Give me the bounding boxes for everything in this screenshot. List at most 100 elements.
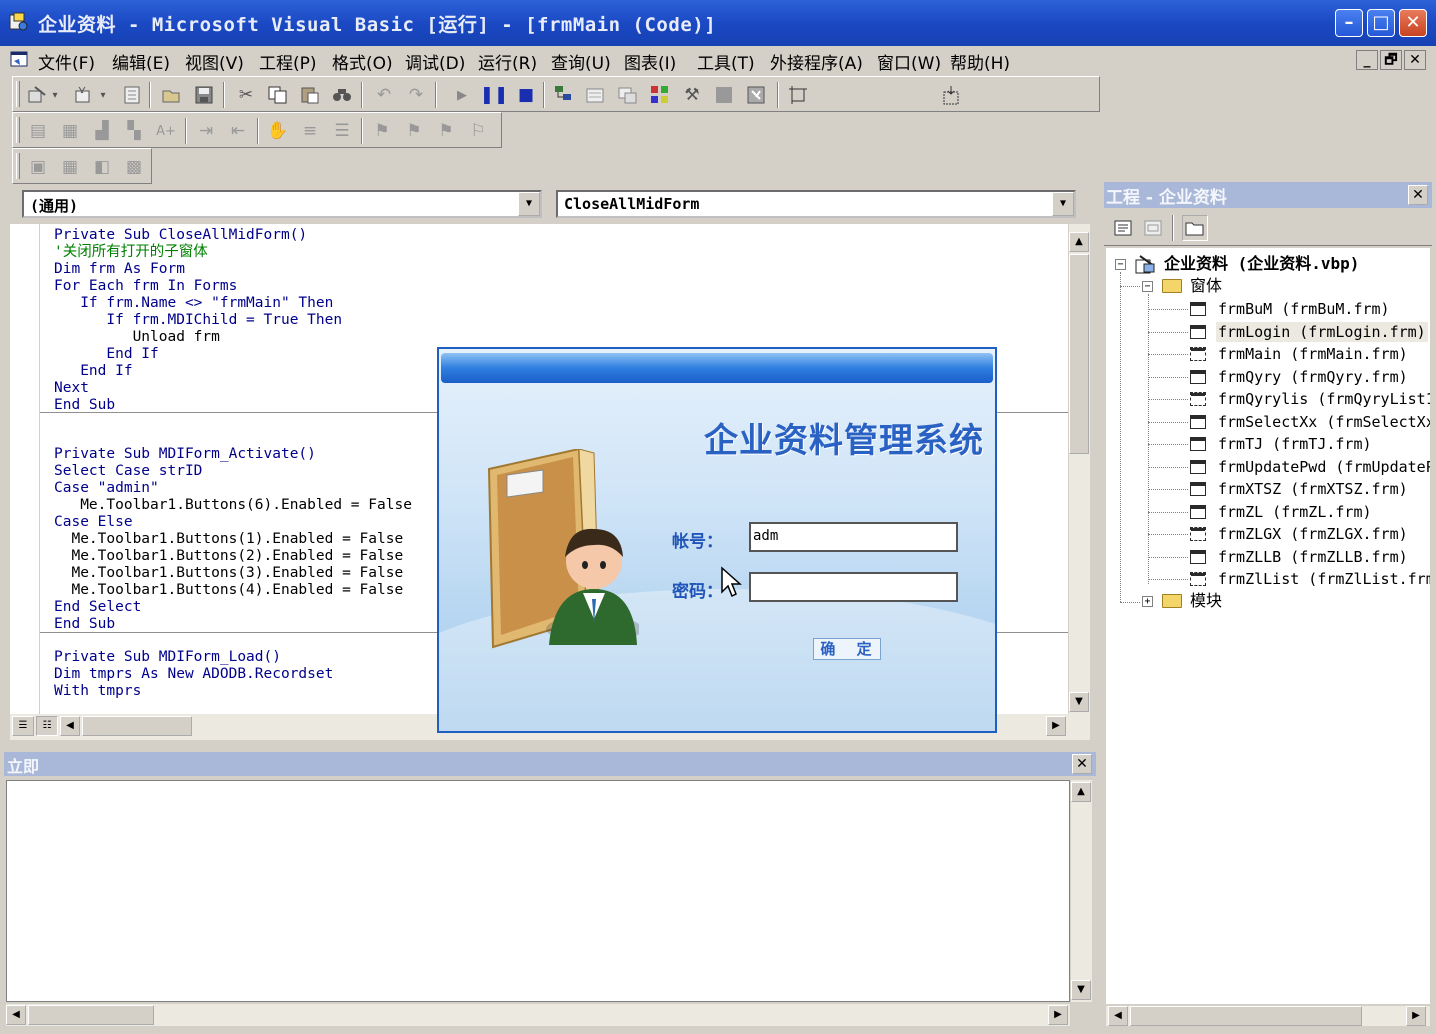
add-project-icon[interactable] [25, 82, 51, 108]
mdi-close-button[interactable]: ✕ [1404, 50, 1426, 70]
scroll-left-arrow-icon[interactable]: ◀ [6, 1005, 26, 1025]
tree-form-item[interactable]: frmTJ (frmTJ.frm) [1218, 434, 1372, 454]
menu-tools[interactable]: 工具(T) [697, 49, 755, 74]
end-icon[interactable]: ■ [513, 82, 539, 108]
tree-form-item[interactable]: frmLogin (frmLogin.frm) [1216, 322, 1428, 342]
close-icon[interactable]: ✕ [1408, 185, 1428, 205]
position-icon[interactable] [785, 82, 811, 108]
immediate-window-header[interactable]: 立即 ✕ [4, 752, 1096, 776]
tree-project-root[interactable]: 企业资料 (企业资料.vbp) [1164, 254, 1359, 274]
tree-forms-folder[interactable]: 窗体 [1190, 276, 1222, 296]
full-module-view-icon[interactable]: ☷ [36, 716, 58, 736]
menu-run[interactable]: 运行(R) [478, 49, 537, 74]
toolbox-icon[interactable]: ⚒ [679, 82, 705, 108]
undo-icon[interactable]: ↶ [371, 82, 397, 108]
menu-file[interactable]: 文件(F) [38, 49, 95, 74]
ok-button[interactable]: 确 定 [813, 638, 881, 660]
object-combo[interactable]: (通用) ▼ [22, 190, 542, 218]
menu-view[interactable]: 视图(V) [185, 49, 244, 74]
tree-form-item[interactable]: frmZlList (frmZlList.frm) [1218, 569, 1430, 589]
indent-icon[interactable]: ⇥ [193, 118, 219, 144]
menu-query[interactable]: 查询(U) [551, 49, 611, 74]
component-manager-icon[interactable] [743, 82, 769, 108]
paste-icon[interactable] [297, 82, 323, 108]
code-window-icon[interactable] [10, 51, 30, 69]
project-explorer-icon[interactable] [551, 82, 577, 108]
run-icon[interactable]: ▶ [449, 82, 475, 108]
toggle-breakpoint-icon[interactable]: ✋ [265, 118, 291, 144]
toggle-bookmark-icon[interactable]: ⚑ [369, 118, 395, 144]
scroll-left-arrow-icon[interactable]: ◀ [1108, 1006, 1128, 1026]
complete-word-icon[interactable]: A+ [153, 118, 179, 144]
copy-icon[interactable] [265, 82, 291, 108]
collapse-icon[interactable]: − [1115, 259, 1126, 270]
toolbar-grip[interactable] [16, 153, 20, 179]
parameter-info-icon[interactable]: ▚ [121, 118, 147, 144]
save-icon[interactable] [191, 82, 217, 108]
add-form-icon[interactable] [71, 82, 97, 108]
comment-block-icon[interactable]: ≡ [297, 118, 323, 144]
project-explorer-header[interactable]: 工程 - 企业资料 ✕ [1104, 182, 1432, 208]
menu-editor-icon[interactable] [119, 82, 145, 108]
tree-form-item[interactable]: frmQyrylis (frmQyryList1. [1218, 389, 1430, 409]
close-button[interactable]: ✕ [1399, 9, 1427, 37]
close-icon[interactable]: ✕ [1072, 754, 1092, 774]
password-input[interactable] [749, 572, 958, 602]
scroll-down-arrow-icon[interactable]: ▼ [1069, 692, 1089, 712]
tree-form-item[interactable]: frmZLLB (frmZLLB.frm) [1218, 547, 1408, 567]
view-code-icon[interactable] [1110, 215, 1136, 241]
immediate-window-input[interactable] [6, 780, 1070, 1002]
clear-bookmarks-icon[interactable]: ⚐ [465, 118, 491, 144]
chevron-down-icon[interactable]: ▾ [97, 82, 109, 108]
chevron-down-icon[interactable]: ▼ [1052, 192, 1074, 216]
menu-project[interactable]: 工程(P) [259, 49, 317, 74]
toggle-folders-icon[interactable] [1182, 215, 1208, 241]
account-input[interactable]: adm [749, 522, 958, 552]
minimize-button[interactable]: – [1335, 9, 1363, 37]
scroll-right-arrow-icon[interactable]: ▶ [1048, 1005, 1068, 1025]
outdent-icon[interactable]: ⇤ [225, 118, 251, 144]
menu-help[interactable]: 帮助(H) [950, 49, 1010, 74]
tree-form-item[interactable]: frmSelectXx (frmSelectXx. [1218, 412, 1430, 432]
menu-edit[interactable]: 编辑(E) [112, 49, 170, 74]
mdi-restore-button[interactable]: 🗗 [1380, 50, 1402, 70]
scroll-thumb[interactable] [1130, 1006, 1362, 1026]
maximize-button[interactable]: □ [1367, 9, 1395, 37]
mdi-minimize-button[interactable]: _ [1356, 50, 1378, 70]
title-bar[interactable]: 企业资料 - Microsoft Visual Basic [运行] - [fr… [0, 0, 1436, 46]
previous-bookmark-icon[interactable]: ⚑ [433, 118, 459, 144]
center-icon[interactable]: ◧ [89, 154, 115, 180]
quick-info-icon[interactable]: ▟ [89, 118, 115, 144]
procedure-combo[interactable]: CloseAllMidForm ▼ [556, 190, 1076, 218]
tree-form-item[interactable]: frmQyry (frmQyry.frm) [1218, 367, 1408, 387]
tree-form-item[interactable]: frmXTSZ (frmXTSZ.frm) [1218, 479, 1408, 499]
code-margin[interactable] [10, 224, 40, 714]
data-view-icon[interactable] [711, 82, 737, 108]
properties-icon[interactable] [583, 82, 609, 108]
menu-debug[interactable]: 调试(D) [405, 49, 465, 74]
tree-form-item[interactable]: frmUpdatePwd (frmUpdatePw [1218, 457, 1430, 477]
tree-form-item[interactable]: frmZL (frmZL.frm) [1218, 502, 1372, 522]
chevron-down-icon[interactable]: ▼ [518, 192, 540, 216]
scroll-down-arrow-icon[interactable]: ▼ [1071, 980, 1091, 1000]
list-constants-icon[interactable]: ▦ [57, 118, 83, 144]
menu-window[interactable]: 窗口(W) [877, 49, 941, 74]
project-horizontal-scrollbar[interactable]: ◀ ▶ [1106, 1006, 1430, 1026]
menu-format[interactable]: 格式(O) [332, 49, 393, 74]
scroll-right-arrow-icon[interactable]: ▶ [1046, 716, 1066, 736]
immediate-vertical-scrollbar[interactable]: ▲ ▼ [1070, 780, 1092, 1002]
scroll-thumb[interactable] [28, 1005, 154, 1025]
next-bookmark-icon[interactable]: ⚑ [401, 118, 427, 144]
redo-icon[interactable]: ↷ [403, 82, 429, 108]
view-object-icon[interactable] [1140, 215, 1166, 241]
tree-modules-folder[interactable]: 模块 [1190, 591, 1222, 611]
object-browser-icon[interactable] [647, 82, 673, 108]
menu-addins[interactable]: 外接程序(A) [770, 49, 863, 74]
scroll-thumb[interactable] [82, 716, 192, 736]
tree-form-item[interactable]: frmZLGX (frmZLGX.frm) [1218, 524, 1408, 544]
cut-icon[interactable]: ✂ [233, 82, 259, 108]
break-icon[interactable]: ❚❚ [480, 82, 509, 108]
make-same-size-icon[interactable]: ▩ [121, 154, 147, 180]
list-properties-icon[interactable]: ▤ [25, 118, 51, 144]
expand-icon[interactable]: + [1142, 596, 1153, 607]
